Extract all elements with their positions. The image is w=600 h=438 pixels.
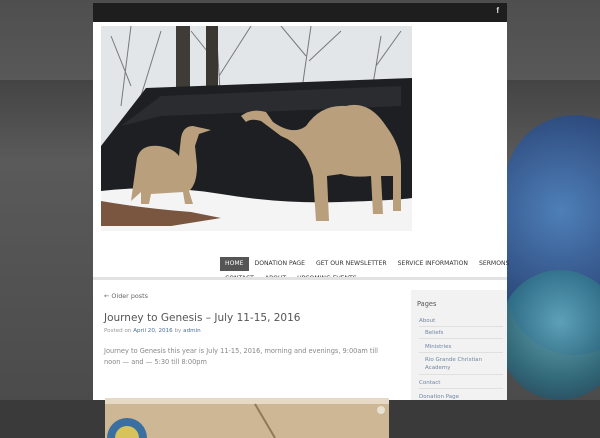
nav-row-1: HOME DONATION PAGE GET OUR NEWSLETTER SERVI… bbox=[220, 250, 515, 271]
post-title[interactable]: Journey to Genesis – July 11-15, 2016 bbox=[104, 312, 394, 324]
header-photo bbox=[101, 26, 412, 231]
sidebar-item-ministries[interactable]: Ministries bbox=[425, 343, 451, 351]
post-meta: Posted on April 20, 2016 by admin bbox=[104, 328, 394, 334]
sidebar: Pages About Beliefs Ministries Rio Grand… bbox=[411, 290, 507, 400]
sidebar-item-beliefs[interactable]: Beliefs bbox=[425, 329, 443, 337]
sidebar-heading: Pages bbox=[417, 300, 437, 308]
site-container: HOME DONATION PAGE GET OUR NEWSLETTER SERVI… bbox=[93, 22, 509, 438]
sidebar-divider bbox=[419, 338, 503, 339]
sidebar-divider bbox=[419, 352, 503, 353]
main-content: ← Older posts Journey to Genesis – July … bbox=[104, 290, 394, 438]
post-excerpt: Journey to Genesis this year is July 11-… bbox=[104, 347, 378, 366]
nav-divider bbox=[93, 277, 507, 280]
top-bar: f bbox=[93, 3, 507, 22]
sidebar-divider bbox=[419, 326, 503, 327]
meta-by: by bbox=[174, 328, 182, 334]
sidebar-item-about[interactable]: About bbox=[419, 317, 435, 325]
sidebar-item-contact[interactable]: Contact bbox=[419, 379, 440, 387]
nav-item-sermons[interactable]: SERMONS bbox=[474, 257, 514, 271]
facebook-icon[interactable]: f bbox=[496, 6, 499, 15]
sidebar-divider bbox=[419, 374, 503, 375]
header-image[interactable] bbox=[101, 26, 412, 231]
nav-item-service-information[interactable]: SERVICE INFORMATION bbox=[393, 257, 473, 271]
post-author-link[interactable]: admin bbox=[183, 328, 201, 334]
background-globe-lower bbox=[500, 270, 600, 400]
sidebar-item-academy[interactable]: Rio Grande Christian Academy bbox=[425, 356, 503, 372]
post-image[interactable] bbox=[105, 398, 389, 438]
meta-prefix: Posted on bbox=[104, 328, 132, 334]
post-date-link[interactable]: April 20, 2016 bbox=[133, 328, 172, 334]
older-posts-link[interactable]: ← Older posts bbox=[104, 292, 394, 300]
post-photo bbox=[105, 398, 389, 438]
sidebar-divider bbox=[419, 388, 503, 389]
